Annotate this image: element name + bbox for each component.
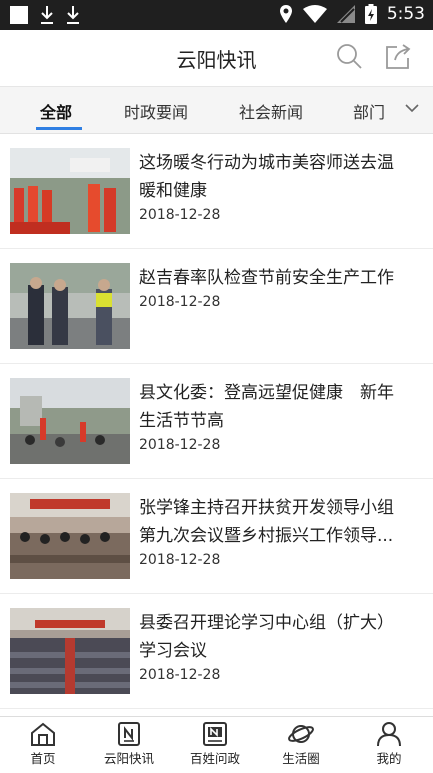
wifi-icon	[302, 5, 327, 23]
clock: 5:53	[386, 4, 425, 24]
nav-label: 首页	[30, 751, 56, 766]
square-icon	[10, 6, 28, 24]
news-thumbnail	[10, 378, 130, 464]
tab-politics[interactable]: 时政要闻	[124, 99, 188, 123]
nav-mine[interactable]: 我的	[354, 721, 424, 767]
news-title: 赵吉春率队检查节前安全生产工作	[139, 268, 394, 288]
download-icon	[67, 6, 79, 24]
news-item[interactable]: 张学锋主持召开扶贫开发领导小组第九次会议暨乡村振兴工作领导... 2018-12…	[0, 479, 433, 594]
news-date: 2018-12-28	[139, 437, 221, 453]
status-bar: 5:53	[0, 0, 433, 30]
person-icon	[377, 722, 401, 747]
news-thumbnail	[10, 263, 130, 349]
news-title: 张学锋主持召开扶贫开发领导小组第九次会议暨乡村振兴工作领导...	[139, 498, 394, 546]
download-icon	[41, 6, 53, 24]
active-tab-indicator	[36, 127, 82, 130]
news-title: 县文化委：登高远望促健康 新年生活节节高	[139, 383, 394, 431]
news-item[interactable]: 县文化委：登高远望促健康 新年生活节节高 2018-12-28	[0, 364, 433, 479]
bottom-navigation: 首页 云阳快讯 百姓问政 生活圈 我的	[0, 716, 433, 773]
planet-icon	[288, 725, 314, 743]
chevron-down-icon[interactable]	[405, 103, 419, 113]
news-item[interactable]: 这场暖冬行动为城市美容师送去温暖和健康 2018-12-28	[0, 134, 433, 249]
location-icon	[279, 5, 292, 23]
nav-label: 生活圈	[282, 751, 320, 766]
newspaper-icon	[203, 722, 227, 746]
page-title: 云阳快讯	[176, 48, 257, 72]
search-icon[interactable]	[335, 42, 365, 72]
nav-label: 我的	[376, 751, 402, 766]
news-thumbnail	[10, 493, 130, 579]
news-item[interactable]: 县委召开理论学习中心组（扩大）学习会议 2018-12-28	[0, 594, 433, 709]
news-title: 县委召开理论学习中心组（扩大）学习会议	[139, 613, 394, 661]
news-title: 这场暖冬行动为城市美容师送去温暖和健康	[139, 153, 394, 201]
tab-all[interactable]: 全部	[40, 99, 72, 123]
share-icon[interactable]	[383, 42, 413, 72]
nav-public-inquiry[interactable]: 百姓问政	[180, 721, 250, 767]
news-thumbnail	[10, 608, 130, 694]
signal-icon	[336, 5, 355, 23]
news-icon	[118, 722, 140, 746]
home-icon	[31, 722, 55, 746]
tab-society[interactable]: 社会新闻	[239, 99, 303, 123]
news-thumbnail	[10, 148, 130, 234]
nav-label: 云阳快讯	[103, 751, 154, 766]
news-item[interactable]: 赵吉春率队检查节前安全生产工作 2018-12-28	[0, 249, 433, 364]
title-bar: 云阳快讯	[0, 30, 433, 87]
tab-departments[interactable]: 部门	[353, 99, 385, 123]
news-date: 2018-12-28	[139, 667, 221, 683]
news-date: 2018-12-28	[139, 207, 221, 223]
nav-life-circle[interactable]: 生活圈	[266, 721, 336, 767]
category-tabs: 全部 时政要闻 社会新闻 部门	[0, 87, 433, 134]
news-date: 2018-12-28	[139, 552, 221, 568]
nav-home[interactable]: 首页	[8, 721, 78, 767]
nav-yunyang-news[interactable]: 云阳快讯	[94, 721, 164, 767]
battery-icon	[364, 4, 377, 24]
news-date: 2018-12-28	[139, 294, 221, 310]
nav-label: 百姓问政	[189, 751, 240, 766]
